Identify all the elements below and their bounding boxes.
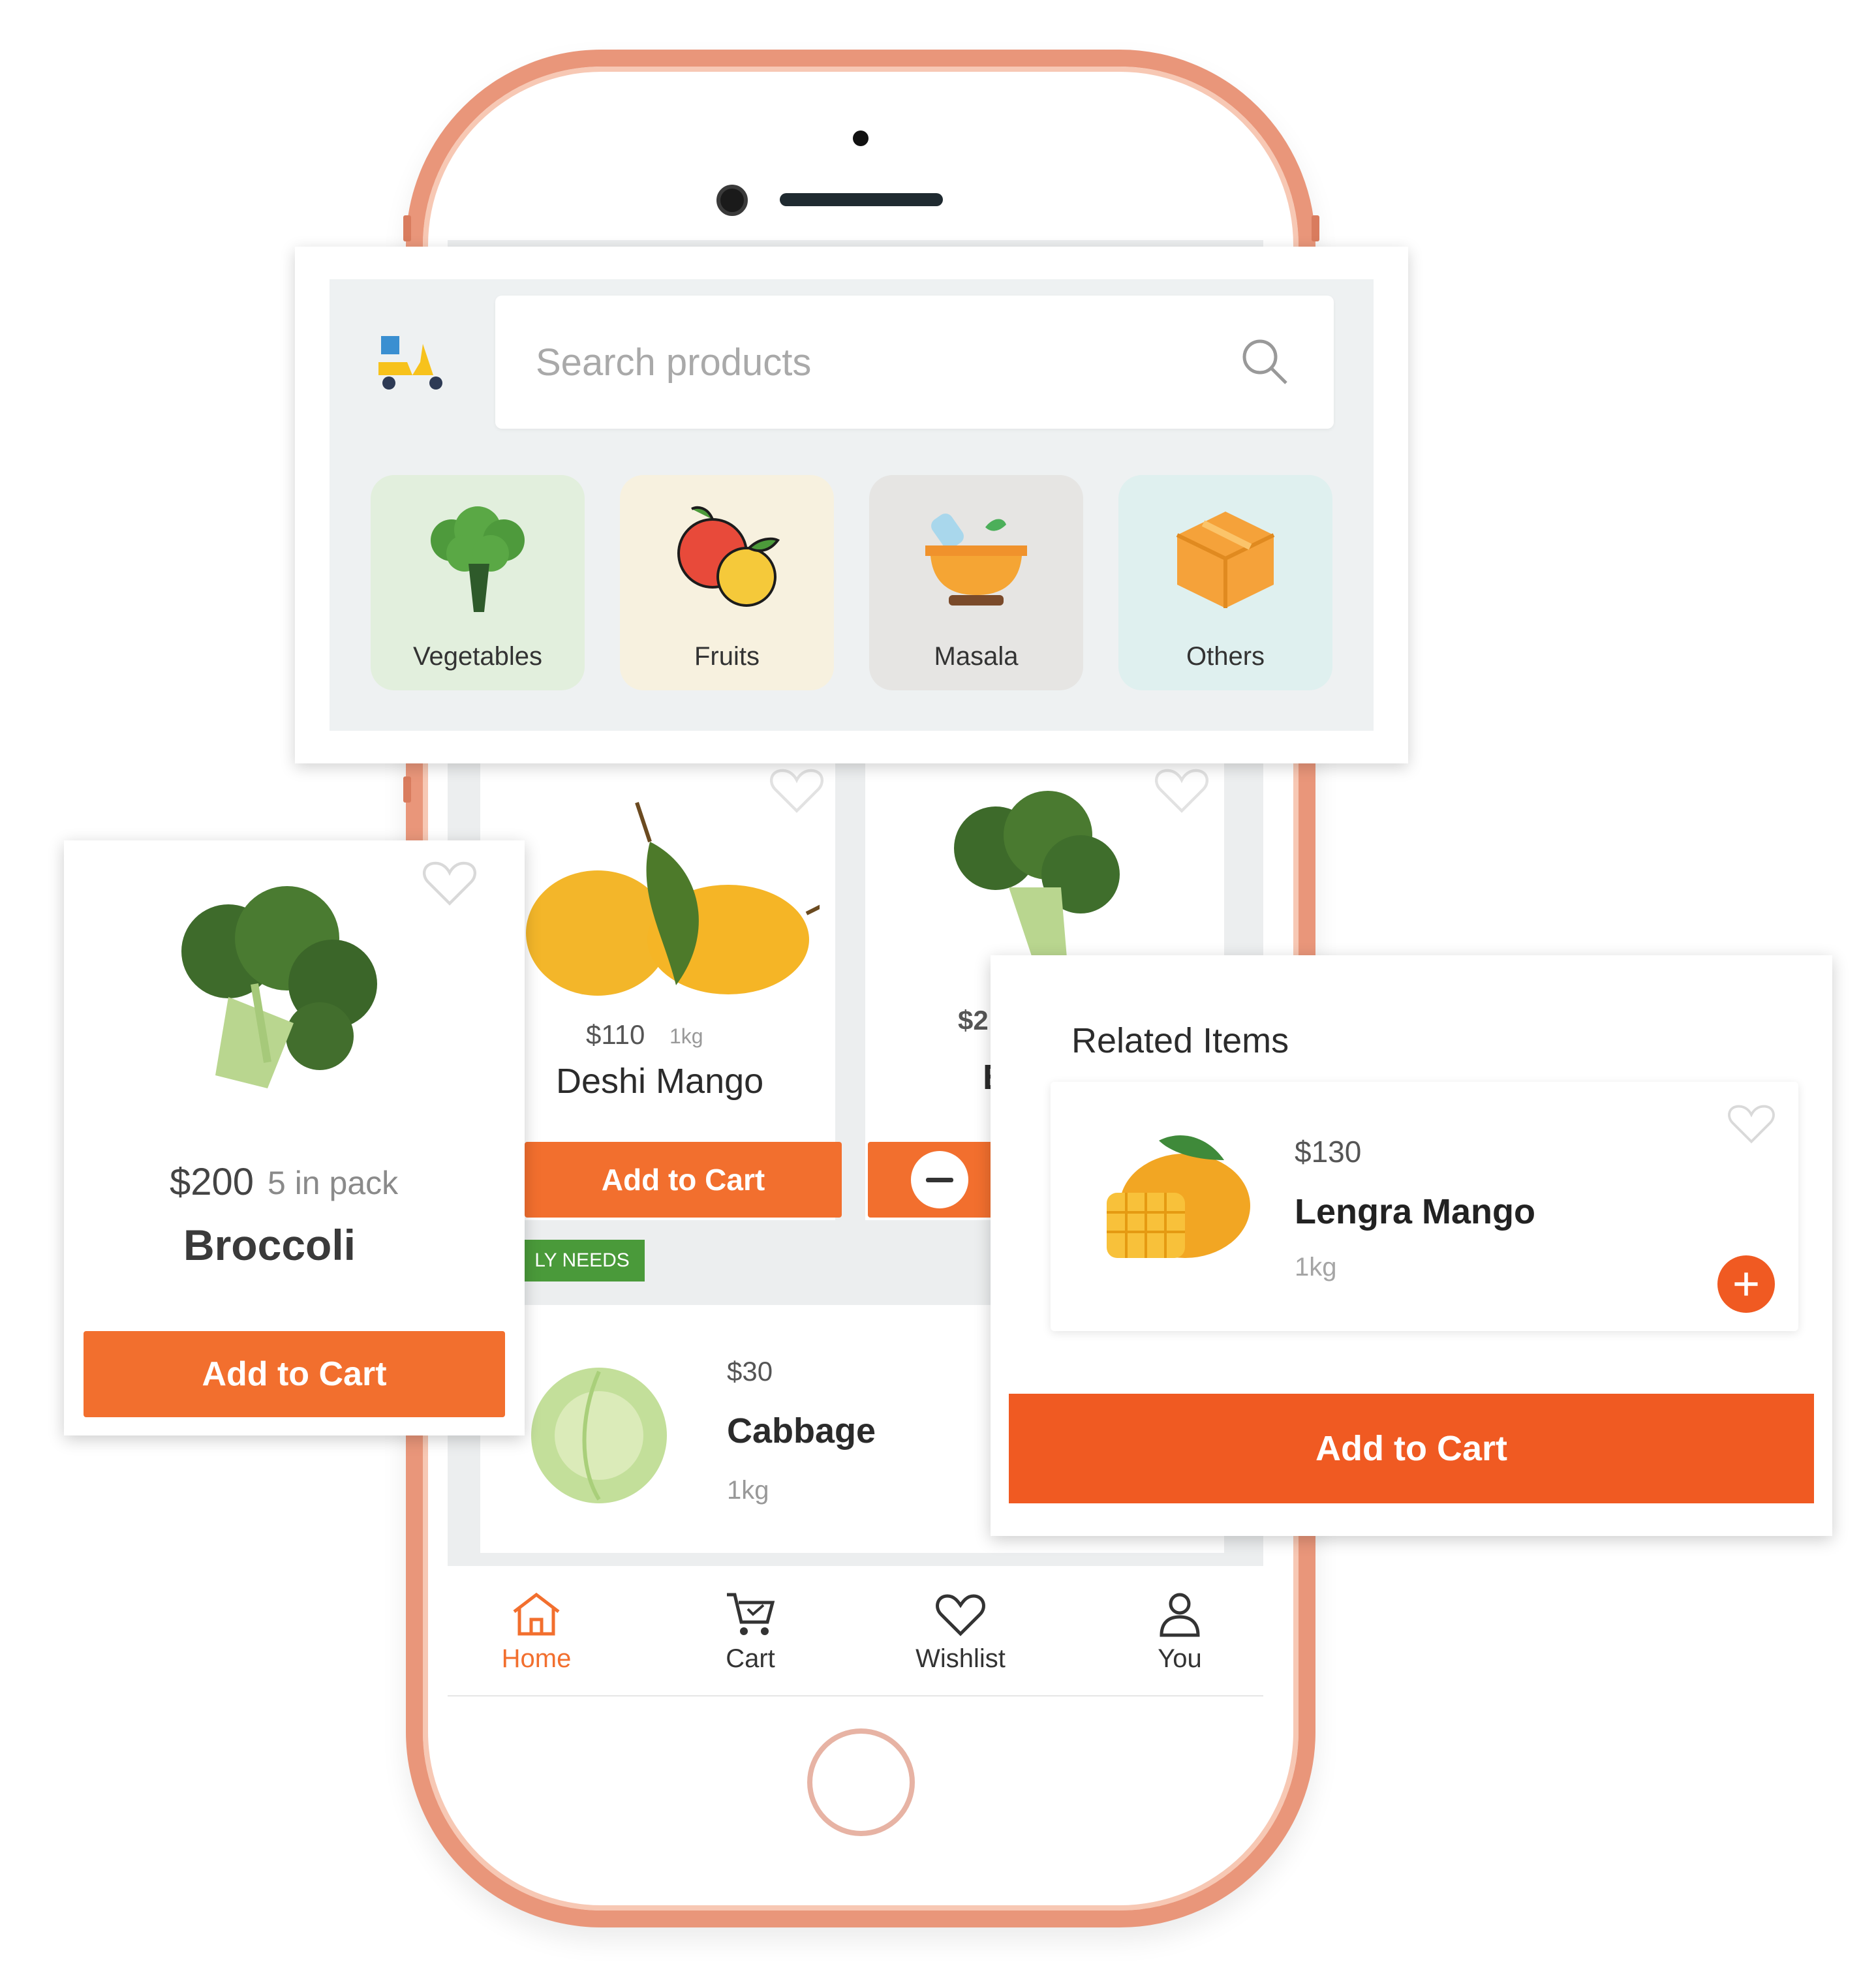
add-to-cart-button[interactable]: Add to Cart [1009,1394,1814,1503]
search-icon[interactable] [1239,336,1291,388]
heart-icon [936,1594,985,1636]
fruits-icon [677,506,780,607]
nav-wishlist[interactable]: Wishlist [882,1584,1039,1682]
product-card-broccoli[interactable]: $200 5 in pack Broccoli Add to Cart [64,840,525,1435]
add-to-cart-button[interactable]: Add to Cart [84,1331,505,1417]
category-label: Vegetables [413,642,542,671]
search-input[interactable] [534,330,1220,395]
category-fruits[interactable]: Fruits [620,475,834,690]
related-item-name: Lengra Mango [1295,1192,1536,1231]
wishlist-heart-icon[interactable] [1725,1100,1777,1146]
nav-label: Cart [726,1644,775,1673]
cabbage-image [531,1368,667,1503]
delivery-scooter-icon [378,336,442,390]
user-icon [1160,1593,1200,1637]
phone-side-button [403,776,411,803]
section-tag: LY NEEDS [519,1240,645,1281]
product-price: $30 [727,1356,773,1387]
phone-speaker [780,193,943,206]
broccoli-image [181,886,377,1088]
related-item-unit: 1kg [1295,1253,1337,1281]
product-price: $200 [170,1161,254,1203]
product-name: Cabbage [727,1411,876,1450]
nav-cart[interactable]: Cart [672,1584,829,1682]
phone-side-button [403,215,411,241]
phone-sensor [853,130,869,146]
product-name: Deshi Mango [556,1062,764,1101]
product-name: Broccoli [183,1221,356,1269]
category-label: Others [1186,642,1265,671]
quantity-card-button[interactable] [868,1142,1011,1218]
phone-home-button[interactable] [807,1728,915,1836]
related-item-lengra-mango[interactable]: $130 Lengra Mango 1kg [1051,1082,1798,1331]
mortar-icon [925,514,1027,606]
related-item-price: $130 [1295,1135,1362,1169]
related-title: Related Items [1071,1021,1289,1060]
category-label: Masala [934,642,1019,671]
nav-you[interactable]: You [1101,1584,1258,1682]
product-unit: 5 in pack [268,1165,399,1201]
mango-image [526,802,820,996]
plus-icon [1734,1272,1758,1296]
search-bar[interactable] [495,296,1334,429]
nav-home[interactable]: Home [458,1584,615,1682]
related-items-card: Related Items $130 Lengra Mango 1kg Add … [991,955,1832,1536]
wishlist-heart-icon[interactable] [1152,763,1211,816]
home-icon [513,1592,560,1636]
product-unit: 1kg [727,1476,769,1505]
broccoli-image [954,791,1120,966]
phone-side-button [1312,215,1319,241]
category-label: Fruits [694,642,760,671]
front-camera [716,185,748,216]
product-price: $2 [958,1005,989,1036]
category-vegetables[interactable]: Vegetables [371,475,585,690]
decrease-quantity-button[interactable] [911,1151,968,1208]
minus-icon [926,1177,953,1182]
broccoli-icon [431,506,525,612]
add-item-button[interactable] [1717,1255,1775,1313]
nav-label: You [1158,1644,1202,1673]
add-to-cart-button[interactable]: Add to Cart [525,1142,842,1218]
product-unit: 1kg [669,1024,703,1048]
category-masala[interactable]: Masala [869,475,1083,690]
product-price: $110 [586,1019,645,1050]
nav-label: Wishlist [915,1644,1006,1673]
cart-icon [727,1593,775,1635]
wishlist-heart-icon[interactable] [420,856,479,908]
category-others[interactable]: Others [1118,475,1332,690]
mango-cut-image [1107,1135,1250,1258]
box-icon [1176,512,1275,608]
nav-label: Home [501,1644,572,1673]
